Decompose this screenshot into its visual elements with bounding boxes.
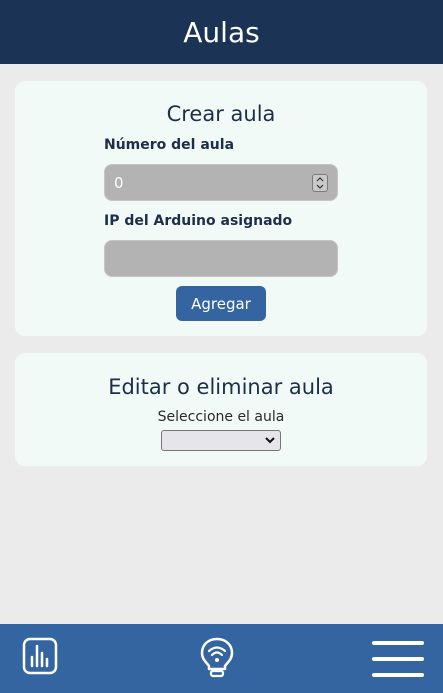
classroom-number-label: Número del aula: [104, 137, 235, 153]
edit-classroom-card: Editar o eliminar aula Seleccione el aul…: [15, 353, 427, 466]
menu-icon[interactable]: [372, 639, 424, 679]
page-title: Aulas: [183, 15, 260, 49]
classroom-number-value: 0: [114, 173, 124, 192]
classroom-select[interactable]: [161, 430, 281, 451]
chart-icon[interactable]: [22, 637, 58, 675]
arduino-ip-label: IP del Arduino asignado: [104, 213, 293, 229]
create-classroom-card: Crear aula Número del aula 0 IP del Ardu…: [15, 81, 427, 336]
classroom-number-input[interactable]: 0: [104, 164, 338, 201]
stepper-up-icon[interactable]: [316, 177, 324, 182]
arduino-ip-input[interactable]: [104, 240, 338, 277]
bottom-nav: [0, 624, 443, 693]
lightbulb-wifi-icon[interactable]: [198, 636, 236, 678]
chevron-down-icon: [265, 437, 275, 444]
app-header: Aulas: [0, 0, 443, 64]
add-button[interactable]: Agregar: [176, 286, 266, 321]
create-card-title: Crear aula: [166, 102, 276, 126]
stepper-down-icon[interactable]: [316, 184, 324, 189]
edit-card-title: Editar o eliminar aula: [108, 375, 334, 399]
number-stepper[interactable]: [312, 174, 328, 192]
select-classroom-label: Seleccione el aula: [157, 409, 285, 425]
